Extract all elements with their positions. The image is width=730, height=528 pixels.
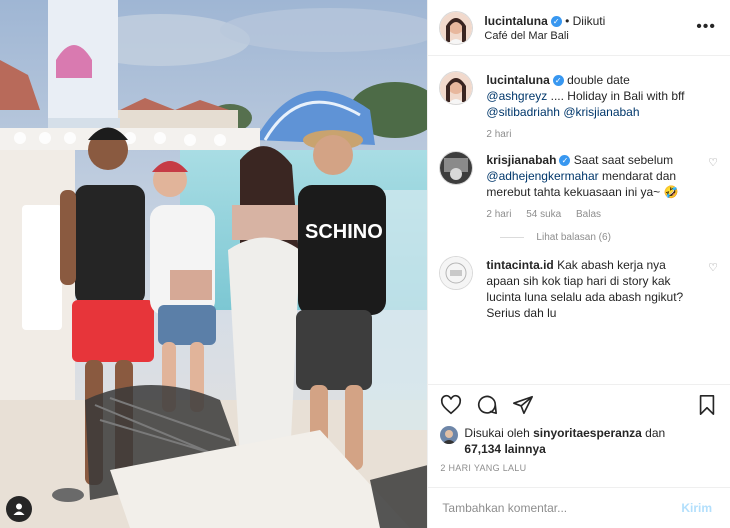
comment-like-icon[interactable]: ♡	[708, 156, 718, 169]
location-link[interactable]: Café del Mar Bali	[484, 30, 605, 42]
bookmark-icon[interactable]	[694, 392, 720, 418]
verified-icon: ✓	[550, 15, 562, 27]
caption: lucintaluna ✓ double date @ashgreyz .... …	[440, 72, 718, 140]
post-header: lucintaluna ✓ • Diikuti Café del Mar Bali…	[428, 0, 730, 56]
post-sidebar: lucintaluna ✓ • Diikuti Café del Mar Bali…	[427, 0, 730, 528]
comment-item: tintacinta.id Kak abash kerja nya apaan …	[440, 257, 718, 321]
add-comment-bar: Kirim	[428, 487, 730, 528]
verified-icon: ✓	[552, 75, 564, 87]
comment-icon[interactable]	[474, 392, 500, 418]
view-replies-button[interactable]: Lihat balasan (6)	[500, 232, 718, 243]
verified-icon: ✓	[559, 155, 571, 167]
caption-avatar[interactable]	[440, 72, 473, 104]
caption-username[interactable]: lucintaluna	[486, 73, 549, 87]
author-username[interactable]: lucintaluna	[484, 14, 547, 28]
user-icon	[13, 503, 25, 515]
post-comment-button[interactable]: Kirim	[675, 500, 718, 516]
post-photo-image: SCHINO	[0, 0, 428, 528]
comment-text: Saat saat sebelum	[573, 153, 674, 167]
mention-link[interactable]: @krisjianabah	[563, 105, 639, 119]
caption-text: .... Holiday in Bali with bff	[547, 89, 685, 103]
comment-likes[interactable]: 54 suka	[526, 209, 561, 220]
follow-status[interactable]: • Diikuti	[565, 14, 605, 28]
likes-suffix: dan	[641, 426, 666, 440]
comment-item: krisjianabah ✓ Saat saat sebelum @adhejen…	[440, 152, 718, 220]
post-time[interactable]: 2 HARI YANG LALU	[428, 457, 730, 473]
reply-button[interactable]: Balas	[576, 209, 601, 220]
caption-text: double date	[567, 73, 630, 87]
action-bar	[428, 384, 730, 425]
liker-username[interactable]: sinyoritaesperanza	[533, 426, 642, 440]
comment-avatar[interactable]	[440, 257, 473, 289]
comment-time[interactable]: 2 hari	[486, 209, 511, 220]
author-avatar[interactable]	[440, 11, 473, 44]
comment-username[interactable]: krisjianabah	[486, 153, 556, 167]
replies-divider	[500, 237, 525, 238]
likes-summary: Disukai oleh sinyoritaesperanza dan 67,1…	[428, 425, 730, 457]
share-icon[interactable]	[510, 392, 536, 418]
more-icon[interactable]: •••	[696, 18, 716, 36]
likes-prefix: Disukai oleh	[464, 426, 534, 440]
mention-link[interactable]: @ashgreyz	[486, 89, 547, 103]
mention-link[interactable]: @adhejengkermahar	[486, 169, 598, 183]
comment-username[interactable]: tintacinta.id	[486, 258, 553, 272]
comments-list[interactable]: lucintaluna ✓ double date @ashgreyz .... …	[428, 56, 730, 384]
svg-text:SCHINO: SCHINO	[305, 221, 383, 243]
caption-time[interactable]: 2 hari	[486, 129, 511, 140]
liker-avatar[interactable]	[440, 426, 459, 444]
comment-like-icon[interactable]: ♡	[708, 261, 718, 274]
comment-avatar[interactable]	[440, 152, 473, 184]
post-photo[interactable]: SCHINO	[0, 0, 428, 528]
heart-icon[interactable]	[438, 392, 464, 418]
mention-link[interactable]: @sitibadriahh	[486, 105, 560, 119]
view-replies-label: Lihat balasan (6)	[536, 232, 611, 243]
tagged-users-button[interactable]	[6, 496, 32, 522]
likes-count[interactable]: 67,134 lainnya	[464, 442, 545, 456]
comment-input[interactable]	[440, 500, 676, 516]
